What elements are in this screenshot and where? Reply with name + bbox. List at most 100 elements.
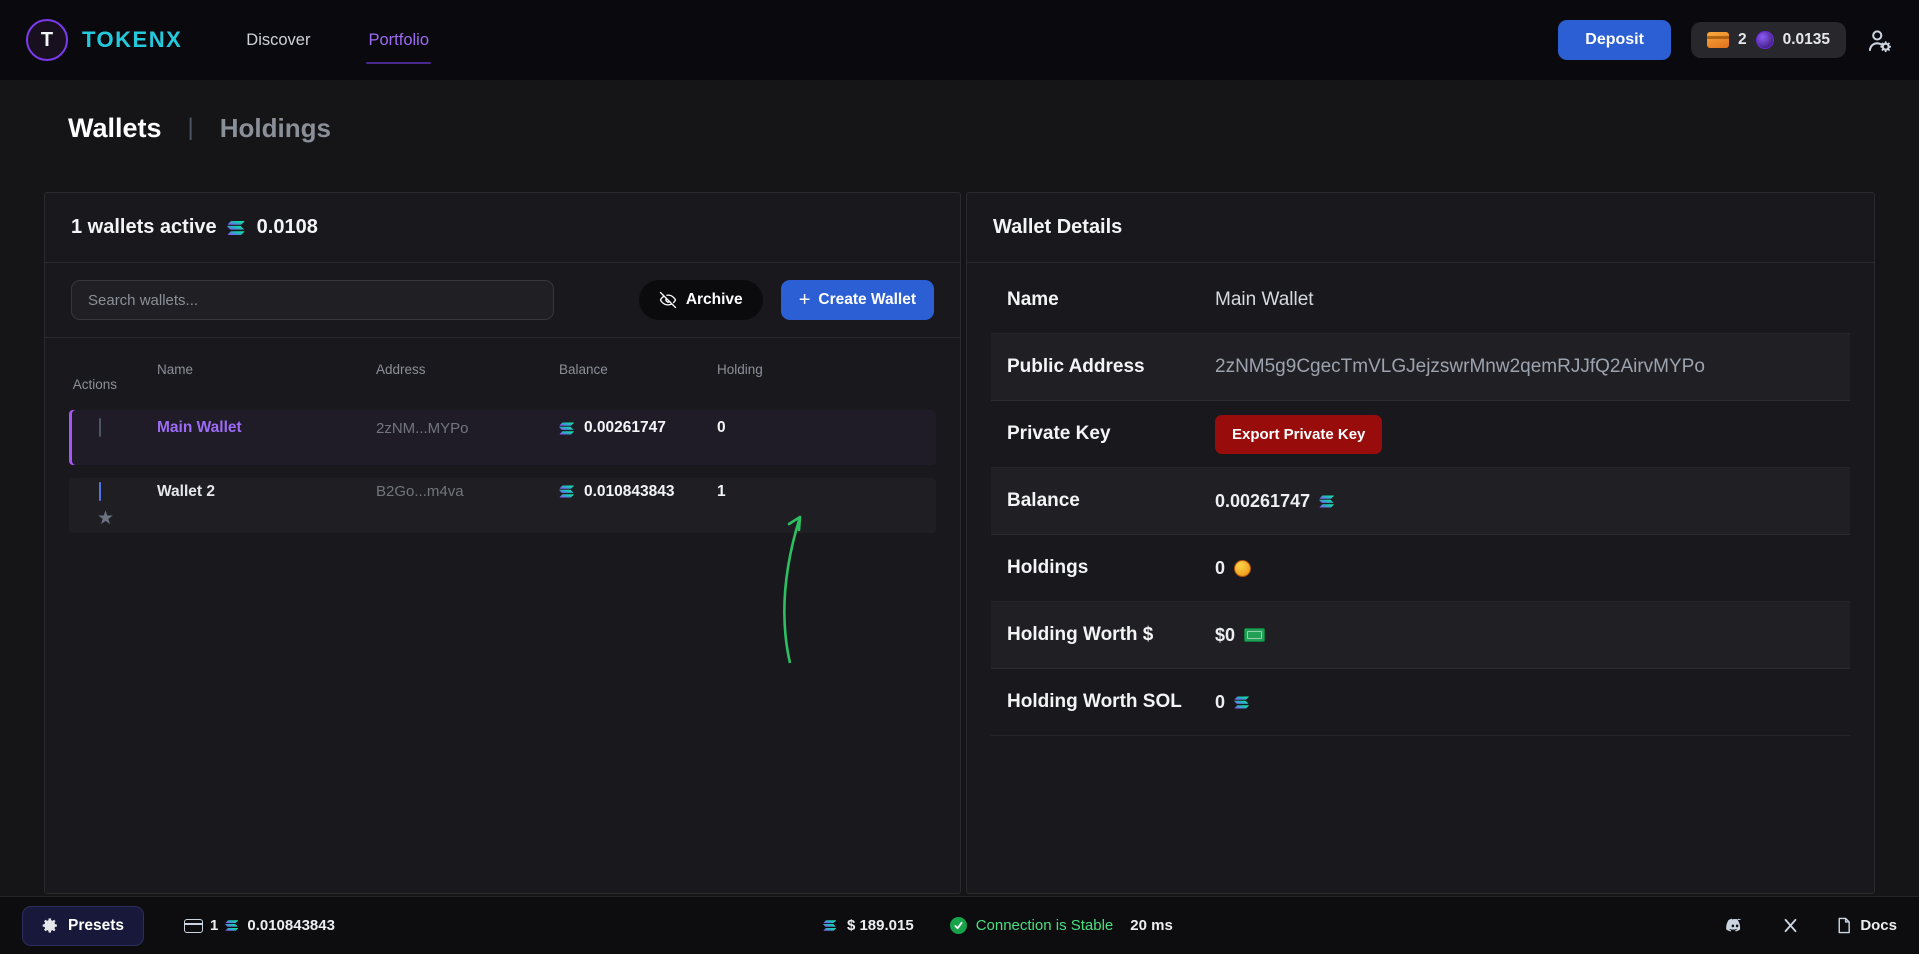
detail-label: Balance (1007, 488, 1187, 514)
brand-title: TOKENX (82, 27, 182, 53)
presets-label: Presets (68, 917, 124, 935)
archive-button[interactable]: Archive (639, 280, 763, 320)
wallets-panel: 1 wallets active 0.0108 Archive + Create… (44, 192, 961, 894)
table-header: Name Address Balance Holding Actions (69, 346, 936, 410)
wallet-address: B2Go...m4va (376, 483, 559, 500)
wallet-balance: 0.00261747 (584, 419, 666, 437)
sol-icon (823, 918, 838, 933)
wallet-holding: 0 (717, 419, 936, 437)
detail-row-name: Name Main Wallet (991, 267, 1850, 334)
detail-label: Holding Worth SOL (1007, 689, 1187, 715)
deposit-button[interactable]: Deposit (1558, 20, 1671, 60)
statusbar-wallet-count: 1 (210, 917, 218, 934)
detail-row-holding-worth-usd: Holding Worth $ $0 (991, 602, 1850, 669)
wallet-holding: 1 (717, 483, 936, 501)
wallet-count: 2 (1738, 31, 1747, 49)
wallet-row-main[interactable]: Main Wallet 2zNM...MYPo 0.00261747 0 (69, 410, 936, 465)
presets-button[interactable]: Presets (22, 906, 144, 946)
sol-price: $ 189.015 (823, 917, 914, 934)
create-wallet-label: Create Wallet (818, 291, 916, 309)
connection-status-text: Connection is Stable (976, 917, 1114, 934)
col-holding: Holding (717, 362, 936, 377)
sol-icon (559, 483, 576, 500)
sol-icon (1319, 493, 1336, 510)
detail-row-holding-worth-sol: Holding Worth SOL 0 (991, 669, 1850, 736)
detail-row-holdings: Holdings 0 (991, 535, 1850, 602)
detail-value: Main Wallet (1215, 289, 1314, 311)
wallets-table: Name Address Balance Holding Actions Mai… (45, 338, 960, 533)
detail-row-public-address: Public Address 2zNM5g9CgecTmVLGJejzswrMn… (991, 334, 1850, 401)
nav-item-portfolio[interactable]: Portfolio (366, 25, 431, 56)
star-icon[interactable]: ★ (97, 510, 114, 528)
detail-value: 0 (1215, 558, 1225, 579)
detail-row-private-key: Private Key Export Private Key (991, 401, 1850, 468)
wallets-summary: 1 wallets active (71, 216, 217, 239)
document-icon (1835, 917, 1852, 934)
connection-status: Connection is Stable 20 ms (950, 917, 1173, 934)
person-gear-icon (1866, 27, 1893, 54)
col-actions: Actions (69, 377, 157, 392)
search-input[interactable] (71, 280, 554, 320)
coin-icon (1234, 560, 1251, 577)
nav-item-discover[interactable]: Discover (244, 25, 312, 56)
wallets-summary-balance: 0.0108 (257, 216, 318, 239)
archive-label: Archive (686, 291, 743, 309)
docs-label: Docs (1860, 917, 1897, 934)
money-bill-icon (1244, 628, 1265, 642)
wallet-row-2[interactable]: Wallet 2 B2Go...m4va 0.010843843 1 (69, 478, 936, 533)
x-twitter-icon[interactable] (1782, 917, 1799, 934)
wallet-balance-pill[interactable]: 2 0.0135 (1691, 22, 1846, 58)
check-circle-icon (950, 917, 967, 934)
discord-icon[interactable] (1724, 915, 1746, 937)
docs-link[interactable]: Docs (1835, 917, 1897, 934)
wallet-details-panel: Wallet Details Name Main Wallet Public A… (966, 192, 1875, 894)
wallet-checkbox[interactable] (99, 482, 101, 501)
main-content: 1 wallets active 0.0108 Archive + Create… (44, 192, 1875, 894)
col-address: Address (376, 362, 559, 377)
create-wallet-button[interactable]: + Create Wallet (781, 280, 934, 320)
detail-value: 0 (1215, 692, 1225, 713)
sol-price-value: $ 189.015 (847, 917, 914, 934)
details-title: Wallet Details (993, 216, 1122, 239)
latency-value: 20 ms (1130, 917, 1173, 934)
sol-icon (559, 420, 576, 437)
gear-icon (42, 917, 59, 934)
col-name: Name (157, 362, 376, 377)
detail-value: 2zNM5g9CgecTmVLGJejzswrMnw2qemRJJfQ2Airv… (1215, 356, 1705, 378)
wallet-balance: 0.010843843 (584, 483, 675, 501)
sol-icon (225, 918, 240, 933)
statusbar-wallet-summary: 1 0.010843843 (184, 917, 335, 934)
app-logo: T (26, 19, 68, 61)
detail-value: $0 (1215, 625, 1235, 646)
wallet-name: Wallet 2 (157, 483, 376, 501)
tab-separator: | (188, 114, 194, 142)
wallet-checkbox[interactable] (99, 418, 101, 437)
sol-icon (227, 218, 247, 238)
col-balance: Balance (559, 362, 717, 377)
statusbar-wallet-balance: 0.010843843 (247, 917, 335, 934)
detail-label: Holding Worth $ (1007, 622, 1187, 648)
detail-label: Holdings (1007, 555, 1187, 581)
tab-wallets[interactable]: Wallets (68, 113, 162, 144)
logo-letter: T (41, 29, 53, 52)
detail-value: 0.00261747 (1215, 491, 1310, 512)
detail-row-balance: Balance 0.00261747 (991, 468, 1850, 535)
sol-icon (1234, 694, 1251, 711)
tab-holdings[interactable]: Holdings (220, 113, 331, 144)
wallet-address: 2zNM...MYPo (376, 420, 559, 437)
account-button[interactable] (1866, 27, 1893, 54)
statusbar: Presets 1 0.010843843 $ 189.015 Connecti… (0, 896, 1919, 954)
eye-slash-icon (659, 291, 677, 309)
wallet-name: Main Wallet (157, 419, 376, 437)
plus-icon: + (799, 290, 811, 310)
card-icon (184, 919, 203, 933)
main-nav: Discover Portfolio (244, 25, 431, 56)
detail-label: Private Key (1007, 421, 1187, 447)
detail-label: Name (1007, 287, 1187, 313)
wallet-balance: 0.0135 (1783, 31, 1830, 49)
page-tabs: Wallets | Holdings (68, 110, 1919, 146)
export-private-key-button[interactable]: Export Private Key (1215, 415, 1382, 454)
card-icon (1707, 32, 1729, 48)
navbar: T TOKENX Discover Portfolio Deposit 2 0.… (0, 0, 1919, 80)
purple-coin-icon (1756, 31, 1774, 49)
